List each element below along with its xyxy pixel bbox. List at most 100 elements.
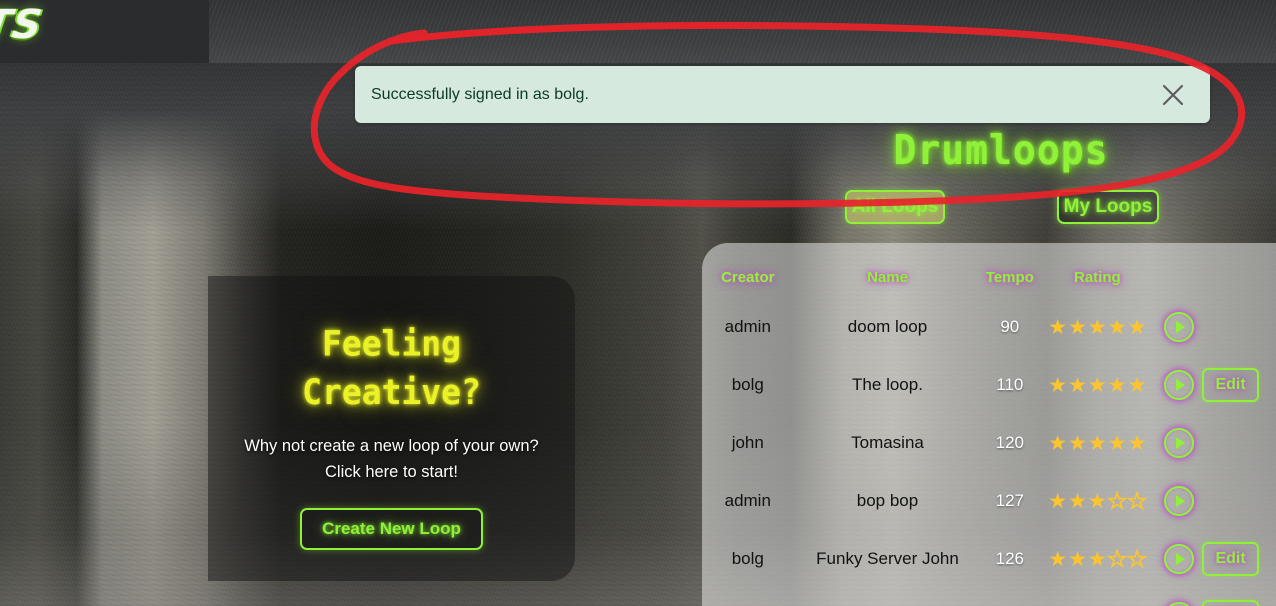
table-row: admin bop bop 127 ★ ★ ★ ★ ★ [702,472,1276,530]
loops-table-panel: Creator Name Tempo Rating admin doom loop… [702,243,1276,606]
cell-play [1157,472,1203,530]
edit-slot [1202,310,1276,344]
star-filled-icon[interactable]: ★ [1068,375,1087,396]
play-triangle-glyph [1176,379,1186,391]
star-rating[interactable]: ★ ★ ★ ★ ★ [1038,490,1156,513]
cell-rating[interactable]: ★★★★★ [1038,298,1156,356]
create-panel-subtext: Why not create a new loop of your own? C… [244,433,538,486]
cell-rating[interactable]: ★★★★★ [1038,530,1156,588]
star-filled-icon[interactable]: ★ [1088,375,1107,396]
cell-name: Funky Server John [816,549,959,568]
loops-table-head: Creator Name Tempo Rating [702,243,1276,298]
cell-play [1157,298,1203,356]
star-filled-icon[interactable]: ★ [1048,549,1067,570]
cell-name: Dum Dum Tish [794,588,982,606]
edit-slot [1202,484,1276,518]
star-filled-icon[interactable]: ★ [1088,433,1107,454]
tab-my-loops[interactable]: My Loops [1057,190,1159,224]
star-filled-icon[interactable]: ★ [1088,491,1107,512]
tab-all-loops[interactable]: All Loops [845,190,945,224]
cell-edit: Edit [1202,356,1276,414]
play-icon[interactable] [1164,312,1195,342]
cell-creator: bolg [731,375,764,394]
cell-creator: admin [724,317,771,336]
column-header-edit [1202,243,1276,298]
create-loop-panel: Feeling Creative? Why not create a new l… [208,276,575,581]
table-row: bolg The loop. 110 ★ ★ ★ ★ ★ Edit [702,356,1276,414]
cell-creator: bolg [731,549,764,568]
cell-play [1157,530,1203,588]
star-filled-icon[interactable]: ★ [1068,549,1087,570]
star-rating[interactable]: ★ ★ ★ ★ ★ [1038,317,1156,338]
star-filled-icon[interactable]: ★ [1068,317,1087,338]
cell-name: bop bop [856,491,919,510]
close-icon[interactable] [1158,80,1188,110]
star-empty-icon[interactable]: ★ [1107,548,1127,571]
play-triangle-glyph [1176,321,1186,333]
star-filled-icon[interactable]: ★ [1048,433,1067,454]
column-header-creator[interactable]: Creator [702,243,794,298]
star-filled-icon[interactable]: ★ [1088,317,1107,338]
star-filled-icon[interactable]: ★ [1048,491,1067,512]
star-filled-icon[interactable]: ★ [1048,317,1067,338]
table-row: bolgDum Dum Tish120★★★★★ Edit [702,588,1276,606]
brand-logo[interactable]: ATS [0,2,45,48]
star-filled-icon[interactable]: ★ [1128,317,1147,338]
star-filled-icon[interactable]: ★ [1108,433,1127,454]
column-header-tempo[interactable]: Tempo [981,243,1038,298]
create-sub-line1: Why not create a new loop of your own? [244,437,539,456]
play-icon[interactable] [1164,544,1195,574]
cell-play [1157,588,1203,606]
cell-play [1157,414,1203,472]
cell-creator: bolg [702,588,794,606]
star-filled-icon[interactable]: ★ [1128,375,1147,396]
table-row: admin doom loop 90 ★ ★ ★ ★ ★ [702,298,1276,356]
cell-rating[interactable]: ★★★★★ [1038,472,1156,530]
cell-play [1157,356,1203,414]
cell-edit: Edit [1202,530,1276,588]
cell-rating[interactable]: ★★★★★ [1038,588,1156,606]
column-header-rating[interactable]: Rating [1038,243,1156,298]
edit-button[interactable]: Edit [1202,542,1259,576]
cell-rating[interactable]: ★★★★★ [1038,414,1156,472]
star-filled-icon[interactable]: ★ [1108,375,1127,396]
cell-tempo: 90 [1000,317,1020,336]
create-heading-line1: Feeling [321,322,462,364]
play-icon[interactable] [1164,602,1195,606]
star-empty-icon[interactable]: ★ [1127,490,1147,513]
star-filled-icon[interactable]: ★ [1068,491,1087,512]
star-empty-icon[interactable]: ★ [1127,548,1147,571]
star-rating[interactable]: ★ ★ ★ ★ ★ [1038,548,1156,571]
loops-table: Creator Name Tempo Rating admin doom loop… [702,243,1276,606]
edit-button[interactable]: Edit [1202,368,1259,402]
table-row: bolg Funky Server John 126 ★ ★ ★ ★ ★ Edit [702,530,1276,588]
star-empty-icon[interactable]: ★ [1107,490,1127,513]
star-filled-icon[interactable]: ★ [1108,317,1127,338]
edit-button[interactable]: Edit [1202,600,1259,606]
table-row: john Tomasina 120 ★ ★ ★ ★ ★ [702,414,1276,472]
cell-tempo: 120 [981,588,1038,606]
column-header-name[interactable]: Name [794,243,982,298]
cell-tempo: 126 [995,549,1024,568]
star-filled-icon[interactable]: ★ [1048,375,1067,396]
cell-name: doom loop [847,317,928,336]
cell-edit [1202,472,1276,530]
star-rating[interactable]: ★ ★ ★ ★ ★ [1038,433,1156,454]
cell-rating[interactable]: ★★★★★ [1038,356,1156,414]
star-filled-icon[interactable]: ★ [1068,433,1087,454]
cell-creator: admin [724,491,771,510]
play-icon[interactable] [1164,486,1195,516]
create-new-loop-button[interactable]: Create New Loop [300,507,483,550]
edit-slot: Edit [1202,542,1276,576]
play-icon[interactable] [1164,428,1195,458]
play-triangle-glyph [1176,553,1186,565]
column-header-play [1157,243,1203,298]
star-rating[interactable]: ★ ★ ★ ★ ★ [1038,375,1156,396]
star-filled-icon[interactable]: ★ [1128,433,1147,454]
cell-tempo: 127 [995,491,1024,510]
cell-name: The loop. [852,375,923,394]
play-icon[interactable] [1164,370,1195,400]
star-filled-icon[interactable]: ★ [1088,549,1107,570]
create-panel-heading: Feeling Creative? [302,319,481,416]
cell-edit [1202,298,1276,356]
